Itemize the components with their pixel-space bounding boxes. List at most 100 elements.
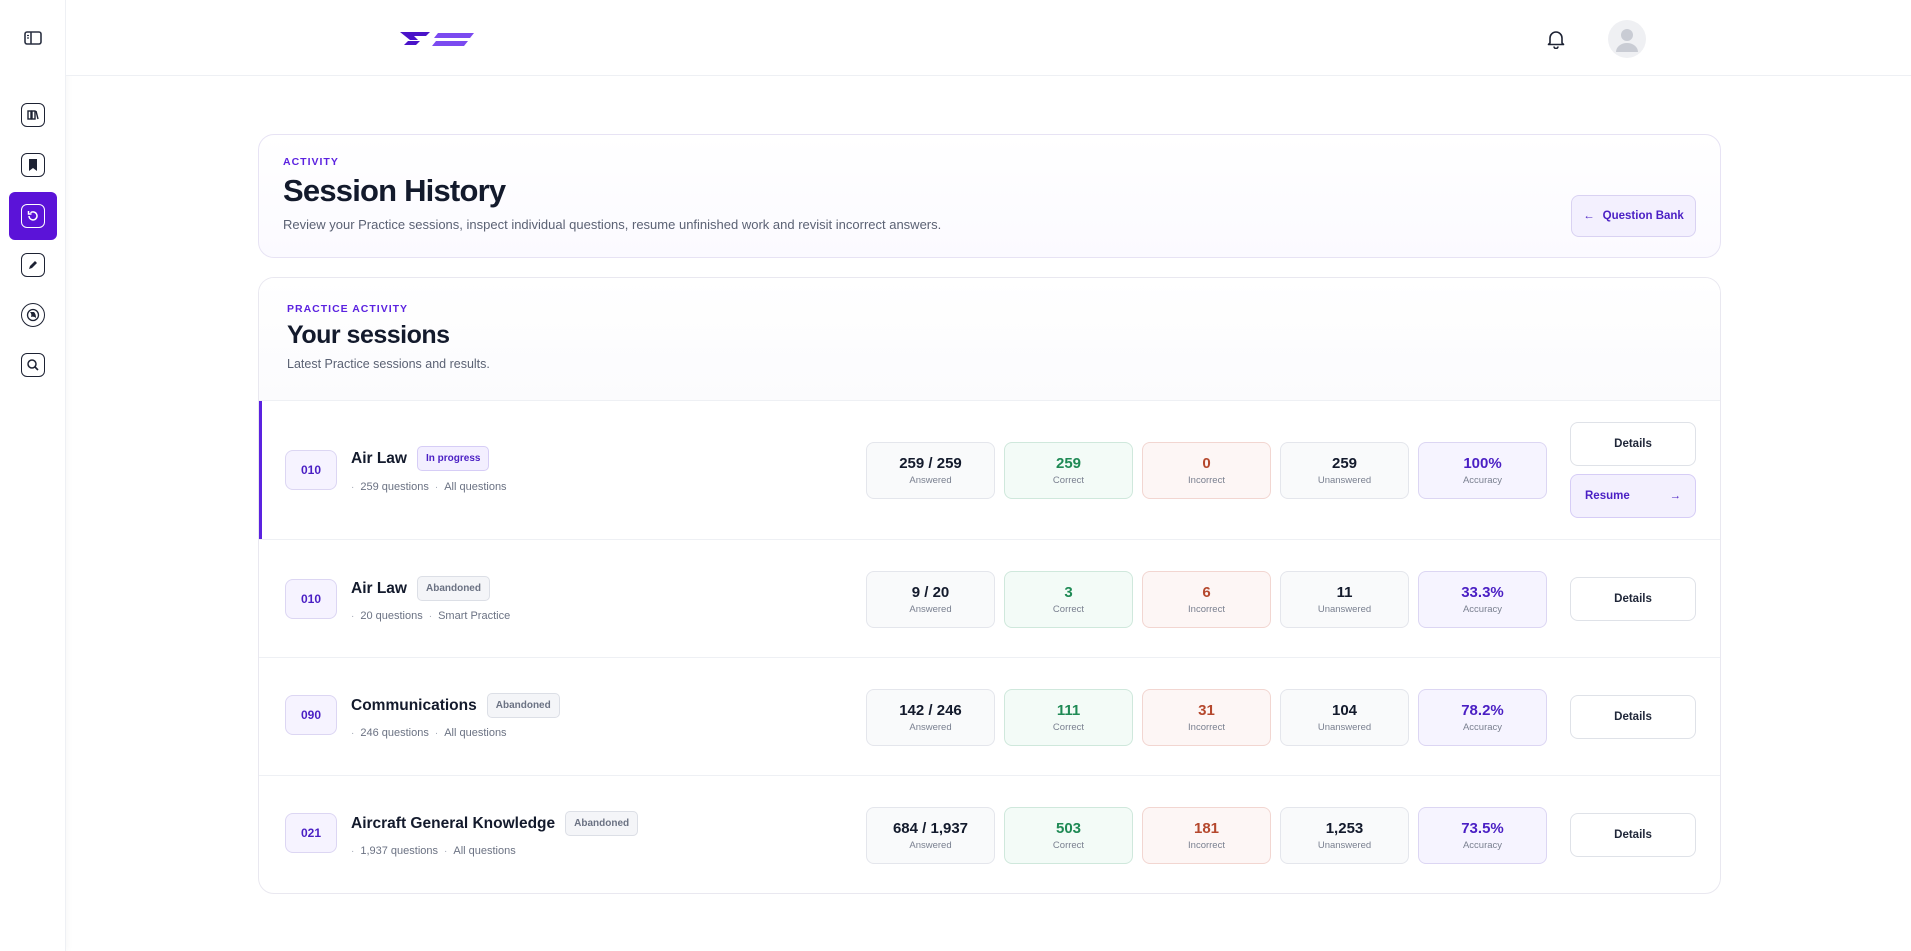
- details-button[interactable]: Details: [1570, 813, 1696, 857]
- answered-stat: 142 / 246 Answered: [866, 689, 995, 746]
- user-avatar[interactable]: [1608, 20, 1646, 58]
- status-badge: Abandoned: [486, 693, 560, 718]
- answered-stat: 9 / 20 Answered: [866, 571, 995, 628]
- sidebar-item-history[interactable]: [9, 192, 57, 240]
- subject-code: 021: [285, 813, 337, 853]
- hero-eyebrow: ACTIVITY: [283, 156, 339, 168]
- accuracy-value: 100%: [1463, 455, 1502, 472]
- notifications-bell-icon[interactable]: [1545, 28, 1567, 50]
- accuracy-stat: 100% Accuracy: [1418, 442, 1547, 499]
- history-icon: [21, 204, 45, 228]
- unanswered-stat: 11 Unanswered: [1280, 571, 1409, 628]
- incorrect-stat: 0 Incorrect: [1142, 442, 1271, 499]
- session-meta: · 20 questions · Smart Practice: [351, 610, 511, 622]
- status-badge: In progress: [416, 446, 490, 471]
- top-bar: [66, 0, 1911, 76]
- question-count: 259 questions: [360, 481, 429, 493]
- session-row: 021 Aircraft General Knowledge Abandoned…: [259, 776, 1720, 893]
- session-meta: · 259 questions · All questions: [351, 481, 507, 493]
- accuracy-value: 78.2%: [1461, 702, 1504, 719]
- unanswered-label: Unanswered: [1317, 475, 1372, 486]
- session-title: Air Law: [351, 579, 407, 597]
- unanswered-value: 259: [1331, 455, 1358, 472]
- answered-value: 9 / 20: [911, 584, 950, 601]
- accuracy-label: Accuracy: [1462, 475, 1503, 486]
- correct-label: Correct: [1052, 604, 1085, 615]
- session-meta: · 246 questions · All questions: [351, 727, 507, 739]
- correct-value: 3: [1064, 584, 1073, 601]
- question-count: 1,937 questions: [360, 845, 439, 857]
- correct-stat: 111 Correct: [1004, 689, 1133, 746]
- arrow-right-icon: →: [1669, 490, 1682, 502]
- unanswered-label: Unanswered: [1317, 604, 1372, 615]
- sidebar-item-search[interactable]: [9, 341, 57, 389]
- session-meta: · 1,937 questions · All questions: [351, 845, 516, 857]
- incorrect-value: 181: [1193, 820, 1220, 837]
- unanswered-label: Unanswered: [1317, 840, 1372, 851]
- incorrect-stat: 6 Incorrect: [1142, 571, 1271, 628]
- details-button[interactable]: Details: [1570, 577, 1696, 621]
- sessions-title: Your sessions: [287, 321, 450, 349]
- answered-label: Answered: [909, 475, 952, 486]
- correct-value: 259: [1055, 455, 1082, 472]
- sidebar-toggle-icon[interactable]: [21, 28, 45, 48]
- sessions-card: PRACTICE ACTIVITY Your sessions Latest P…: [258, 277, 1721, 894]
- accuracy-stat: 73.5% Accuracy: [1418, 807, 1547, 864]
- globe-icon: [21, 303, 45, 327]
- session-title: Communications: [351, 696, 477, 714]
- unanswered-label: Unanswered: [1317, 722, 1372, 733]
- question-count: 246 questions: [360, 727, 429, 739]
- subject-code: 010: [285, 450, 337, 490]
- resume-label: Resume: [1585, 490, 1630, 502]
- sidebar: [0, 0, 66, 951]
- answered-stat: 684 / 1,937 Answered: [866, 807, 995, 864]
- details-button[interactable]: Details: [1570, 695, 1696, 739]
- accuracy-stat: 33.3% Accuracy: [1418, 571, 1547, 628]
- session-mode: All questions: [444, 481, 507, 493]
- session-mode: All questions: [444, 727, 507, 739]
- unanswered-value: 11: [1336, 584, 1353, 601]
- details-button[interactable]: Details: [1570, 422, 1696, 466]
- pencil-icon: [21, 253, 45, 277]
- question-bank-label: Question Bank: [1602, 210, 1684, 222]
- arrow-left-icon: ←: [1583, 210, 1595, 222]
- sidebar-item-practice[interactable]: [9, 241, 57, 289]
- accuracy-value: 73.5%: [1461, 820, 1504, 837]
- sidebar-item-explore[interactable]: [9, 291, 57, 339]
- answered-value: 142 / 246: [899, 702, 962, 719]
- search-icon: [21, 353, 45, 377]
- answered-value: 259 / 259: [899, 455, 962, 472]
- correct-label: Correct: [1052, 475, 1085, 486]
- bookmark-icon: [21, 153, 45, 177]
- app-logo[interactable]: [400, 30, 474, 48]
- session-title: Air Law: [351, 449, 407, 467]
- incorrect-stat: 181 Incorrect: [1142, 807, 1271, 864]
- correct-label: Correct: [1052, 840, 1085, 851]
- page-description: Review your Practice sessions, inspect i…: [283, 217, 942, 232]
- correct-value: 111: [1056, 702, 1081, 719]
- incorrect-value: 31: [1198, 702, 1215, 719]
- accuracy-value: 33.3%: [1461, 584, 1504, 601]
- library-icon: [21, 103, 45, 127]
- sidebar-item-bookmarks[interactable]: [9, 141, 57, 189]
- unanswered-stat: 1,253 Unanswered: [1280, 807, 1409, 864]
- sessions-subtitle: Latest Practice sessions and results.: [287, 357, 490, 371]
- sessions-header: PRACTICE ACTIVITY Your sessions Latest P…: [259, 278, 1720, 401]
- incorrect-label: Incorrect: [1188, 722, 1225, 733]
- correct-value: 503: [1055, 820, 1082, 837]
- accuracy-label: Accuracy: [1462, 604, 1503, 615]
- sidebar-item-library[interactable]: [9, 91, 57, 139]
- session-title: Aircraft General Knowledge: [351, 814, 556, 832]
- answered-label: Answered: [909, 604, 952, 615]
- incorrect-stat: 31 Incorrect: [1142, 689, 1271, 746]
- unanswered-value: 104: [1331, 702, 1358, 719]
- incorrect-value: 0: [1202, 455, 1211, 472]
- correct-stat: 3 Correct: [1004, 571, 1133, 628]
- session-row: 090 Communications Abandoned · 246 questi…: [259, 658, 1720, 776]
- question-bank-button[interactable]: ← Question Bank: [1571, 195, 1696, 237]
- subject-code: 090: [285, 695, 337, 735]
- correct-stat: 503 Correct: [1004, 807, 1133, 864]
- resume-button[interactable]: Resume →: [1570, 474, 1696, 518]
- incorrect-label: Incorrect: [1188, 604, 1225, 615]
- accuracy-label: Accuracy: [1462, 722, 1503, 733]
